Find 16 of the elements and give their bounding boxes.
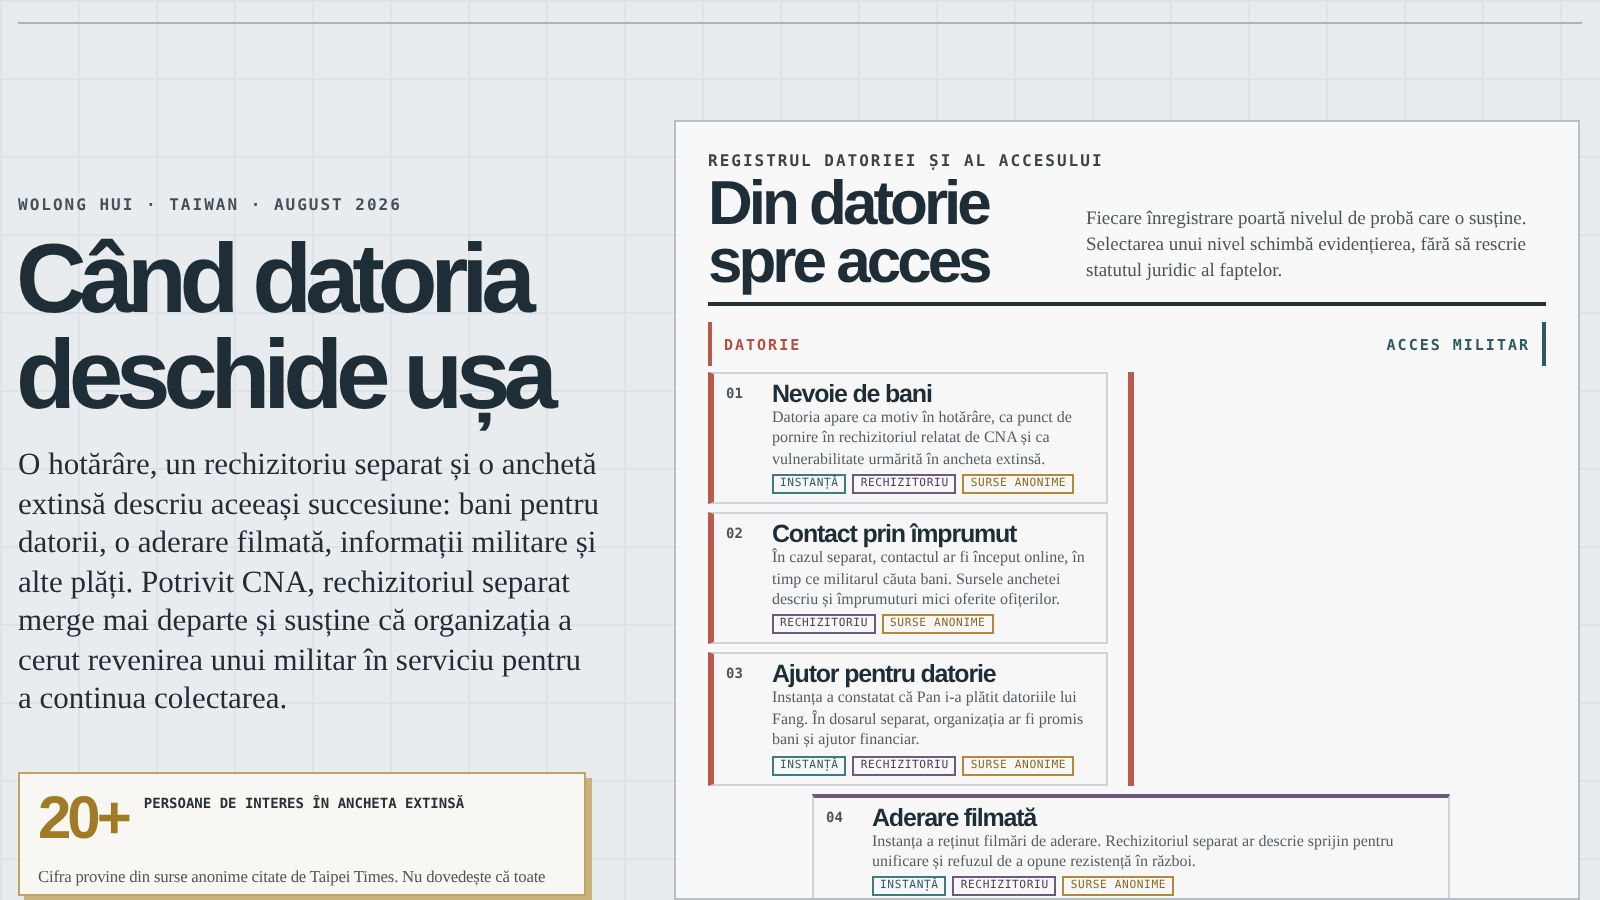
entry-text: Datoria apare ca motiv în hotărâre, ca punct de pornire în rechizitoriul relatat de CNA și ca vulnerabilitate urmărită în ancheta extinsă. [772,408,1074,471]
entry-text: În cazul separat, contactul ar fi început online, în timp ce militarul căuta bani. Sursele anchetei descriu și împrumuturi mici oferite ofițerilor. [772,548,1087,611]
entry-title: Aderare filmată [872,803,1040,832]
entry-title: Nevoie de bani [772,380,934,408]
register-title: Din datorie [708,174,988,232]
stat-value: 20+ [38,789,128,849]
lede-paragraph: O hotărâre, un rechizitoriu separat și o anchetă extinsă descriu aceeași succesiune: bani pentru datorii, o aderare filmată, informații militare și alte plăți. Potrivit CNA, rechizitoriul separat merge mai departe și susține că organizația a cerut revenirea unui militar în serviciu pentru a continua colectarea. [18,446,602,719]
register-title: spre acces [708,232,989,290]
entry-title: Contact prin împrumut [772,520,1019,549]
byline: WOLONG HUI · TAIWAN · AUGUST 2026 [18,196,404,214]
stat-note: Cifra provine din surse anonime citate de Taipei Times. Nu dovedește că toate [38,865,548,887]
entry-title: Ajutor pentru datorie [772,660,998,689]
entry-text: Instanța a reținut filmări de aderare. Rechizitoriul separat ar descrie sprijin pentru unificare și refuzul de a opune rezistență în război. [872,831,1396,873]
register-kicker: REGISTRUL DATORIEI ȘI AL ACCESULUI [708,152,1106,170]
entry-text: Instanța a constatat că Pan i-a plătit datoriile lui Fang. În dosarul separat, organizația ar fi promis bani și ajutor financiar. [772,688,1086,752]
register-description: Fiecare înregistrare poartă nivelul de probă care o susține. Selectarea unui nivel schimbă evidențierea, fără să rescrie statutul juridic al faptelor. [1086,208,1529,286]
